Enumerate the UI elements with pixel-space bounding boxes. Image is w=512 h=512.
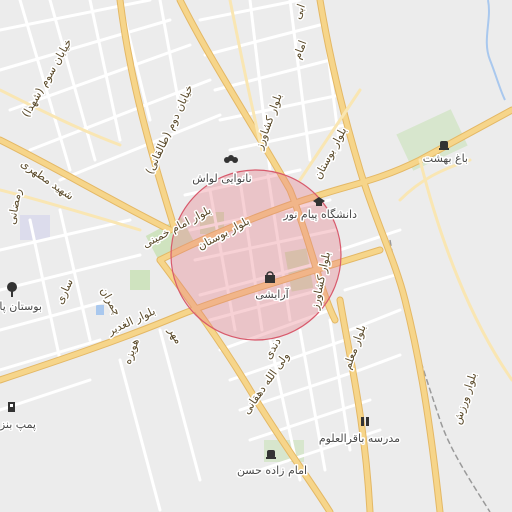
poi-label: نانوایی لواش — [192, 172, 251, 185]
shrine-icon — [266, 450, 276, 459]
poi-label: باغ بهشت — [423, 152, 468, 165]
poi-label: بوستان پا — [0, 300, 42, 313]
highlight-radius[interactable] — [170, 169, 342, 341]
poi-label: آرایشی — [255, 287, 289, 301]
poi-label: پمپ بنز — [0, 418, 36, 431]
cemetery-icon — [439, 141, 449, 150]
fuel-icon — [8, 402, 15, 412]
map-view[interactable]: بلوار بوستان بلوار بوستان بلوار کشاورز ب… — [0, 0, 512, 512]
poi-label: امام زاده حسن — [237, 464, 307, 477]
poi-label: مدرسه باقرالعلوم — [319, 432, 400, 445]
map-canvas[interactable]: بلوار بوستان بلوار بوستان بلوار کشاورز ب… — [0, 0, 512, 512]
pond — [96, 305, 104, 315]
poi-label: دانشگاه پیام نور — [282, 208, 357, 221]
